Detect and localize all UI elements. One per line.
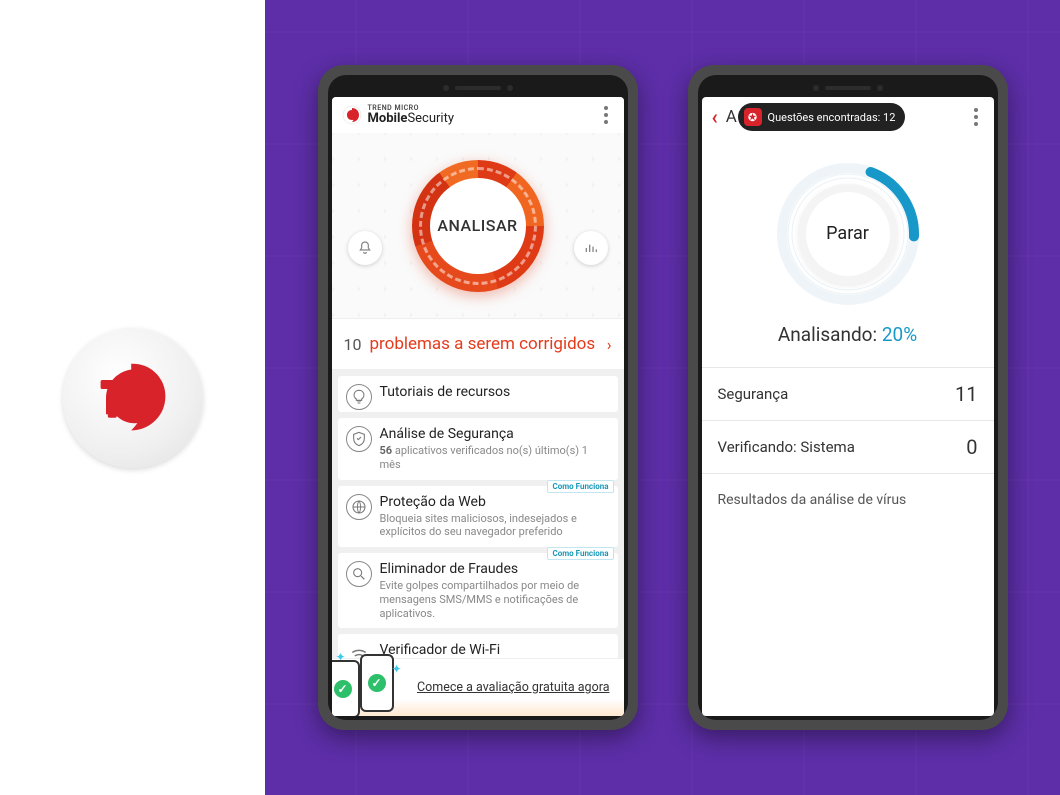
notifications-button[interactable] xyxy=(348,231,382,265)
phone-mockup-home: TREND MICRO MobileSecurity ANA xyxy=(318,65,638,730)
progress-ring-icon xyxy=(773,159,923,309)
globe-icon xyxy=(346,494,372,520)
trend-micro-logo-icon xyxy=(88,353,178,443)
how-it-works-link[interactable]: Como Funciona xyxy=(547,480,613,493)
stats-button[interactable] xyxy=(574,231,608,265)
scan-header: ‹ A ✪ Questões encontradas: 12 xyxy=(702,97,994,137)
header-title-partial: A xyxy=(726,107,737,127)
chevron-right-icon: › xyxy=(607,335,612,354)
trend-micro-chip-icon: ✪ xyxy=(744,108,762,126)
lightbulb-icon xyxy=(346,384,372,410)
trend-micro-logo xyxy=(63,328,203,468)
hero-scan-area: ANALISAR xyxy=(332,133,624,318)
scan-button-label: ANALISAR xyxy=(430,178,526,274)
trial-banner[interactable]: ✦ ✓ ✓ ✦ Comece a avaliação gratuita agor… xyxy=(332,658,624,716)
problems-row[interactable]: 10 problemas a serem corrigidos › xyxy=(332,318,624,370)
left-panel xyxy=(0,0,265,795)
row-verifying-system: Verificando: Sistema 0 xyxy=(702,421,994,474)
card-web-protection[interactable]: Como Funciona Proteção da Web Bloqueia s… xyxy=(338,486,618,548)
shield-check-icon xyxy=(346,426,372,452)
scanning-hero: Parar Analisando: 20% xyxy=(702,137,994,367)
trial-illustration: ✦ ✓ ✓ ✦ xyxy=(338,654,394,716)
right-panel: TREND MICRO MobileSecurity ANA xyxy=(265,0,1060,795)
card-security-scan[interactable]: Análise de Segurança 56 aplicativos veri… xyxy=(338,418,618,480)
problem-count: 10 xyxy=(344,335,362,354)
feature-card-list: Tutoriais de recursos Análise de Seguran… xyxy=(332,370,624,716)
row-security: Segurança 11 xyxy=(702,368,994,421)
analyzing-status: Analisando: 20% xyxy=(778,323,917,346)
issues-found-chip[interactable]: ✪ Questões encontradas: 12 xyxy=(738,103,906,131)
phone-mockup-scanning: ‹ A ✪ Questões encontradas: 12 xyxy=(688,65,1008,730)
app-header: TREND MICRO MobileSecurity xyxy=(332,97,624,133)
menu-button[interactable] xyxy=(598,100,614,130)
card-tutorials[interactable]: Tutoriais de recursos xyxy=(338,376,618,412)
back-button[interactable]: ‹ xyxy=(712,105,718,129)
trial-link[interactable]: Comece a avaliação gratuita agora xyxy=(417,680,610,695)
how-it-works-link[interactable]: Como Funciona xyxy=(547,547,613,560)
bell-icon xyxy=(357,240,373,256)
menu-button[interactable] xyxy=(968,102,984,132)
brand-text: TREND MICRO MobileSecurity xyxy=(368,105,455,126)
magnifier-icon xyxy=(346,561,372,587)
trend-micro-icon xyxy=(342,105,362,125)
stop-scan-button[interactable]: Parar xyxy=(773,159,923,309)
problem-text: problemas a serem corrigidos xyxy=(369,335,595,353)
bar-chart-icon xyxy=(583,240,599,256)
card-fraud-buster[interactable]: Como Funciona Eliminador de Fraudes Evit… xyxy=(338,553,618,628)
virus-results-heading: Resultados da análise de vírus xyxy=(702,474,994,526)
scan-button[interactable]: ANALISAR xyxy=(412,160,544,292)
scan-stats: Segurança 11 Verificando: Sistema 0 xyxy=(702,367,994,474)
scan-percent: 20% xyxy=(882,323,917,346)
